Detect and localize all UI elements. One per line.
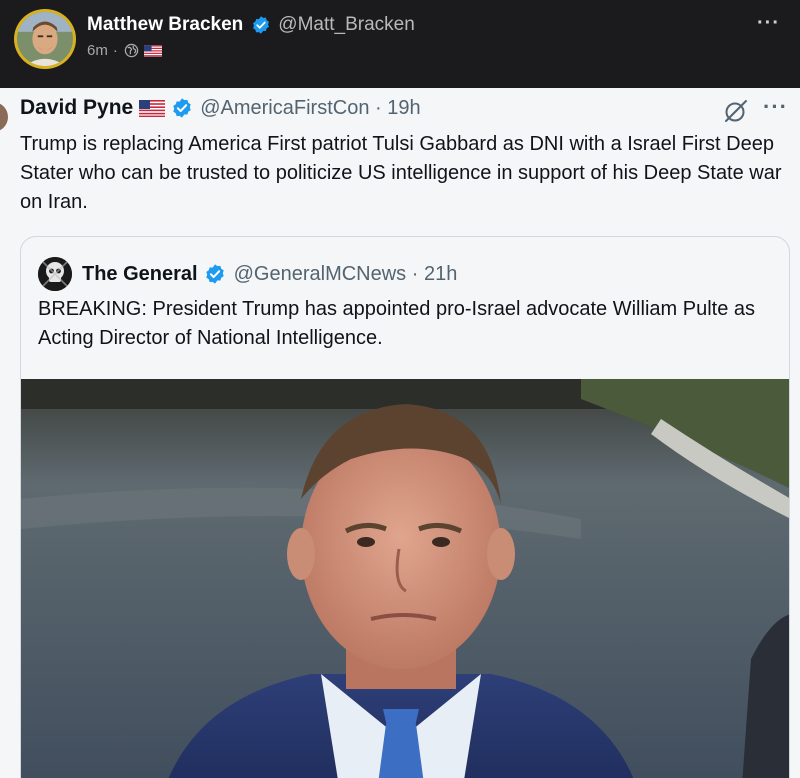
avatar[interactable] (14, 9, 76, 69)
more-options-icon[interactable]: ··· (757, 12, 780, 35)
quoted-tweet-header: The General @GeneralMCNews · 21h (38, 257, 457, 291)
embedded-screenshot: David Pyne @AmericaFirstCon · 19h ··· Tr… (0, 88, 800, 778)
us-flag-icon (139, 99, 166, 117)
grok-icon[interactable] (722, 97, 750, 125)
tweet-text: Trump is replacing America First patriot… (20, 133, 782, 213)
meta-separator: · (112, 42, 118, 59)
portrait-photo (21, 379, 789, 778)
author-name[interactable]: Matthew Bracken (87, 14, 243, 36)
us-flag-icon (143, 44, 162, 57)
author-line: Matthew Bracken @Matt_Bracken (87, 14, 415, 36)
verified-badge-icon (253, 16, 270, 34)
quoted-tweet-text: BREAKING: President Trump has appointed … (38, 298, 755, 349)
quoted-author-name[interactable]: The General (82, 263, 198, 286)
author-handle[interactable]: @Matt_Bracken (278, 14, 415, 36)
verified-badge-icon (173, 98, 191, 118)
tweet-author-handle[interactable]: @AmericaFirstCon · 19h (200, 97, 420, 120)
post-header: Matthew Bracken @Matt_Bracken 6m · ··· (0, 0, 800, 88)
globe-icon (124, 43, 139, 58)
more-options-icon[interactable]: ··· (763, 94, 788, 120)
quoted-tweet-photo[interactable] (21, 379, 789, 778)
avatar-image (17, 12, 73, 66)
quoted-author-handle[interactable]: @GeneralMCNews · 21h (234, 263, 458, 286)
post-meta: 6m · (87, 42, 162, 59)
skull-logo-icon (38, 257, 72, 291)
tweet-author-name[interactable]: David Pyne (20, 96, 133, 120)
cropped-avatar (0, 102, 8, 132)
quoted-avatar[interactable] (38, 257, 72, 291)
verified-badge-icon (205, 264, 224, 284)
tweet-header: David Pyne @AmericaFirstCon · 19h (20, 96, 421, 120)
quoted-tweet[interactable]: The General @GeneralMCNews · 21h BREAKIN… (20, 236, 790, 778)
post-time[interactable]: 6m (87, 42, 108, 59)
